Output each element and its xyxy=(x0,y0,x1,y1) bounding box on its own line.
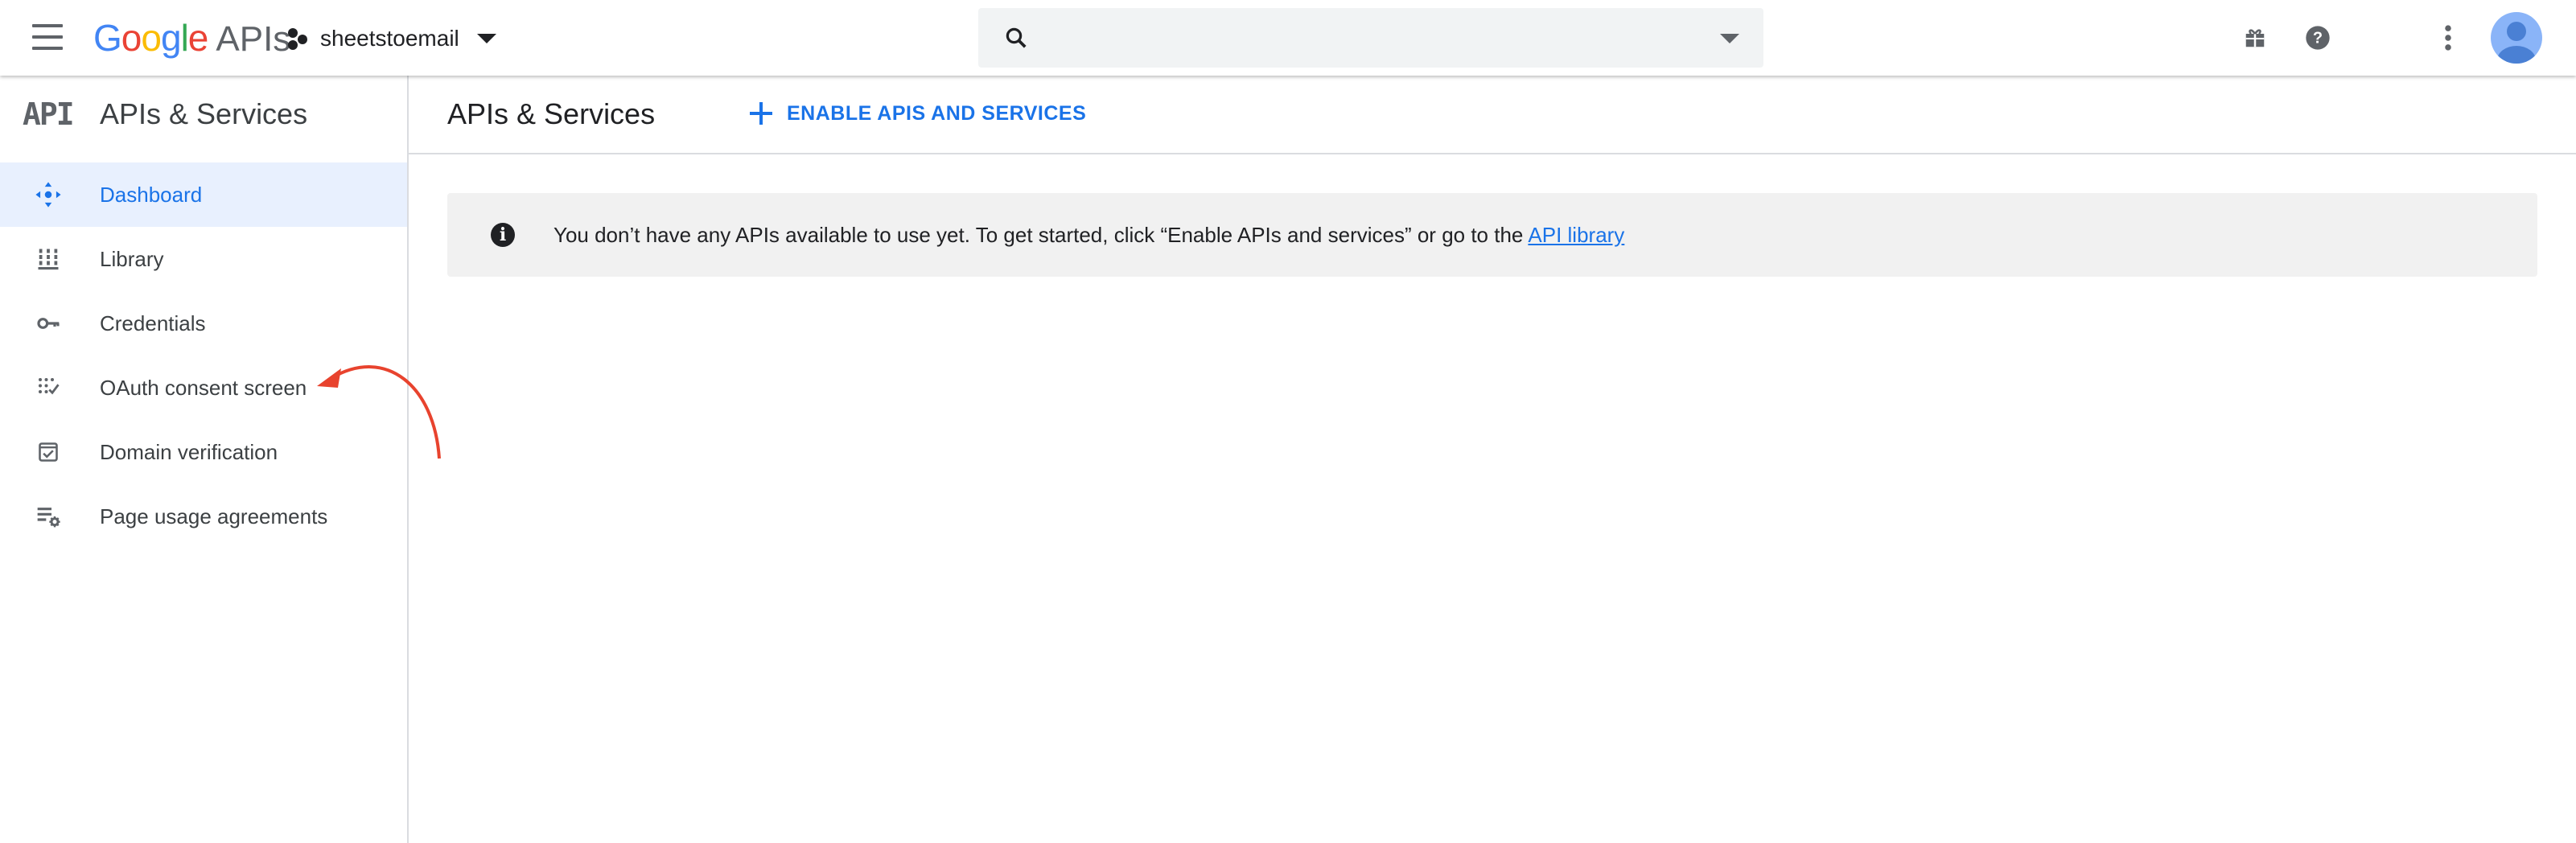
info-message: You don’t have any APIs available to use… xyxy=(553,222,1524,247)
top-app-bar: Google APIs sheetstoemail ? xyxy=(0,0,2576,76)
account-avatar[interactable] xyxy=(2491,12,2542,64)
sidebar-item-label: Library xyxy=(100,246,164,271)
sidebar-header: API APIs & Services xyxy=(0,76,407,153)
gift-icon[interactable] xyxy=(2235,18,2275,58)
annotation-arrow-icon xyxy=(317,365,441,459)
domain-verification-icon xyxy=(32,436,64,468)
library-icon xyxy=(32,243,64,275)
enable-apis-button[interactable]: ENABLE APIS AND SERVICES xyxy=(748,93,1086,134)
sidebar-item-library[interactable]: Library xyxy=(0,227,407,291)
api-library-link[interactable]: API library xyxy=(1528,223,1624,248)
page-title: APIs & Services xyxy=(447,97,656,130)
plus-icon xyxy=(748,101,774,126)
page-header: APIs & Services ENABLE APIS AND SERVICES xyxy=(409,76,2576,154)
api-product-icon: API xyxy=(23,97,75,132)
sidebar-item-label: OAuth consent screen xyxy=(100,375,307,400)
search-input[interactable] xyxy=(978,8,1763,68)
search-dropdown-icon[interactable] xyxy=(1720,34,1739,43)
sidebar-title: APIs & Services xyxy=(100,97,308,130)
project-icon xyxy=(286,27,311,51)
chevron-down-icon xyxy=(476,34,496,43)
project-name: sheetstoemail xyxy=(320,26,459,51)
svg-text:?: ? xyxy=(2313,30,2323,47)
info-icon: i xyxy=(491,223,515,247)
sidebar-item-label: Domain verification xyxy=(100,439,278,464)
google-apis-logo[interactable]: Google APIs xyxy=(93,16,290,59)
sidebar-item-label: Page usage agreements xyxy=(100,504,328,528)
page-usage-icon xyxy=(32,500,64,533)
key-icon xyxy=(32,307,64,339)
sidebar-item-dashboard[interactable]: Dashboard xyxy=(0,162,407,227)
main-menu-icon[interactable] xyxy=(32,24,64,51)
search-icon xyxy=(1006,27,1027,48)
sidebar-item-label: Credentials xyxy=(100,310,206,335)
oauth-consent-icon xyxy=(32,372,64,404)
help-icon[interactable]: ? xyxy=(2298,18,2338,58)
sidebar-item-credentials[interactable]: Credentials xyxy=(0,291,407,356)
dashboard-icon xyxy=(32,179,64,211)
sidebar-item-label: Dashboard xyxy=(100,182,203,207)
main-content: APIs & Services ENABLE APIS AND SERVICES… xyxy=(409,76,2576,843)
info-banner: i You don’t have any APIs available to u… xyxy=(447,193,2537,277)
enable-apis-button-label: ENABLE APIS AND SERVICES xyxy=(787,101,1087,125)
sidebar-item-page-usage-agreements[interactable]: Page usage agreements xyxy=(0,484,407,549)
project-selector[interactable]: sheetstoemail xyxy=(286,23,496,55)
more-vert-icon[interactable] xyxy=(2428,18,2468,58)
